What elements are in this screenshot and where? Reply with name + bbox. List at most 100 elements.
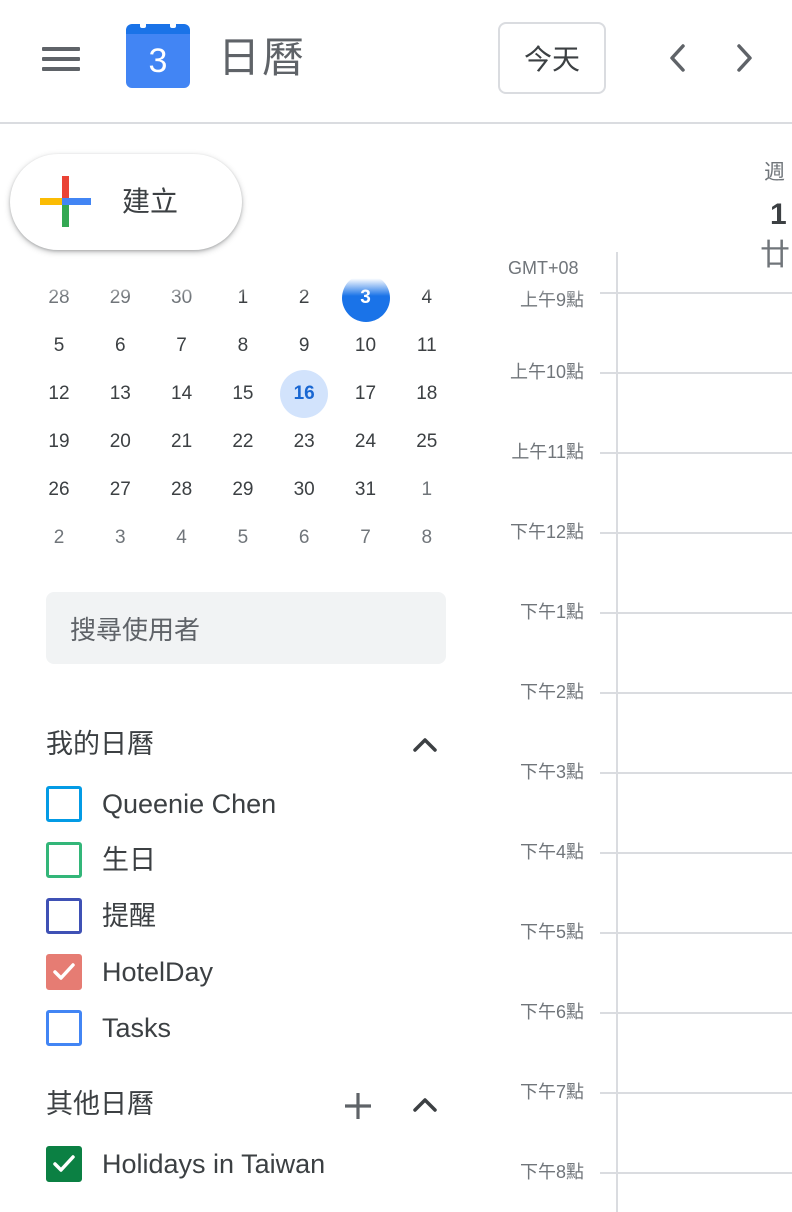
app-header: 3 日曆 今天 xyxy=(0,0,792,124)
hour-grid-line xyxy=(600,1092,792,1094)
app-title: 日曆 xyxy=(218,34,307,81)
checked-checkbox-icon[interactable] xyxy=(46,954,82,990)
create-button[interactable]: 建立 xyxy=(10,154,242,250)
hour-grid-line xyxy=(600,772,792,774)
mini-calendar-week: 19 20 21 22 23 24 25 xyxy=(28,418,458,466)
mini-calendar-day[interactable]: 12 xyxy=(35,370,83,418)
mini-calendar-week: 2345678 xyxy=(28,514,458,562)
mini-calendar-day[interactable]: 25 xyxy=(403,418,451,466)
today-button[interactable]: 今天 xyxy=(498,22,606,94)
day-column-divider xyxy=(616,252,618,1212)
mini-calendar-day[interactable]: 21 xyxy=(158,418,206,466)
colorful-plus-icon xyxy=(40,176,92,228)
mini-calendar-day[interactable]: 22 xyxy=(219,418,267,466)
day-date-number[interactable]: 1 xyxy=(770,198,787,232)
mini-calendar-day[interactable]: 7 xyxy=(342,514,390,562)
mini-calendar-day[interactable]: 19 xyxy=(35,418,83,466)
calendar-name: HotelDay xyxy=(102,957,214,987)
mini-calendar-day[interactable]: 18 xyxy=(403,370,451,418)
mini-calendar-day[interactable]: 27 xyxy=(96,466,144,514)
timezone-label: GMT+08 xyxy=(508,258,579,278)
checked-checkbox-icon[interactable] xyxy=(46,1146,82,1182)
hour-label: 上午10點 xyxy=(509,362,584,382)
hour-label: 下午5點 xyxy=(519,922,584,942)
mini-calendar-day[interactable]: 17 xyxy=(342,370,390,418)
mini-calendar-day[interactable]: 10 xyxy=(342,322,390,370)
day-of-week-label: 週 xyxy=(764,161,785,184)
mini-calendar-week: 5 6 7 8 9 10 11 xyxy=(28,322,458,370)
mini-calendar-day[interactable]: 11 xyxy=(403,322,451,370)
mini-calendar-day[interactable]: 29 xyxy=(219,466,267,514)
collapse-my-calendars-icon[interactable] xyxy=(410,734,440,754)
my-calendars-title[interactable]: 我的日曆 xyxy=(46,724,154,764)
mini-calendar-day[interactable]: 23 xyxy=(280,418,328,466)
hour-label: 下午4點 xyxy=(519,842,584,862)
calendar-name: Queenie Chen xyxy=(102,789,277,819)
hour-label: 下午2點 xyxy=(519,682,584,702)
hour-grid-line xyxy=(600,612,792,614)
mini-calendar-day[interactable]: 8 xyxy=(219,322,267,370)
hour-grid-line xyxy=(600,1172,792,1174)
calendar-list-item[interactable]: 提醒 xyxy=(46,896,466,936)
mini-calendar-day[interactable]: 4 xyxy=(158,514,206,562)
calendar-list-item[interactable]: Queenie Chen xyxy=(46,784,466,824)
add-calendar-plus-icon[interactable] xyxy=(342,1090,374,1122)
mini-calendar-day[interactable]: 3 xyxy=(96,514,144,562)
mini-calendar-day[interactable]: 30 xyxy=(280,466,328,514)
mini-calendar-day[interactable]: 24 xyxy=(342,418,390,466)
hour-label: 上午11點 xyxy=(511,442,584,462)
hour-label: 下午1點 xyxy=(519,602,584,622)
mini-calendar-day[interactable]: 6 xyxy=(280,514,328,562)
logo-day-number: 3 xyxy=(126,34,190,88)
other-calendars-title[interactable]: 其他日曆 xyxy=(46,1084,154,1124)
mini-calendar-day[interactable]: 5 xyxy=(35,322,83,370)
collapse-other-calendars-icon[interactable] xyxy=(410,1094,440,1114)
hour-grid-line xyxy=(600,532,792,534)
mini-calendar-day[interactable]: 7 xyxy=(158,322,206,370)
hour-grid-line xyxy=(600,1012,792,1014)
mini-calendar-day[interactable]: 15 xyxy=(219,370,267,418)
mini-calendar-day[interactable]: 2 xyxy=(35,514,83,562)
main-menu-icon[interactable] xyxy=(42,45,82,73)
grid-top-line xyxy=(600,292,792,294)
hour-label: 下午8點 xyxy=(519,1162,584,1182)
mini-calendar-day[interactable]: 13 xyxy=(96,370,144,418)
hour-grid-line xyxy=(600,692,792,694)
hour-grid-line xyxy=(600,852,792,854)
search-people-input[interactable]: 搜尋使用者 xyxy=(46,592,446,664)
mini-calendar-day[interactable]: 8 xyxy=(403,514,451,562)
hour-grid-line xyxy=(600,452,792,454)
mini-calendar-day[interactable]: 20 xyxy=(96,418,144,466)
lunar-date-label: 廿 xyxy=(760,239,790,272)
mini-calendar-day[interactable]: 28 xyxy=(158,466,206,514)
mini-calendar-day[interactable]: 31 xyxy=(342,466,390,514)
calendar-list-item[interactable]: Tasks xyxy=(46,1008,466,1048)
next-arrow-icon[interactable] xyxy=(728,40,760,76)
previous-arrow-icon[interactable] xyxy=(662,40,694,76)
hour-label: 下午3點 xyxy=(519,762,584,782)
mini-calendar-day[interactable]: 5 xyxy=(219,514,267,562)
hour-grid-line xyxy=(600,372,792,374)
calendar-list-item[interactable]: HotelDay xyxy=(46,952,466,992)
hour-label: 下午7點 xyxy=(519,1082,584,1102)
unchecked-checkbox-icon[interactable] xyxy=(46,842,82,878)
calendar-name: Holidays in Taiwan xyxy=(102,1149,326,1179)
calendar-list-item[interactable]: Holidays in Taiwan xyxy=(46,1144,466,1184)
mini-calendar-day[interactable]: 26 xyxy=(35,466,83,514)
mini-calendar-day[interactable]: 6 xyxy=(96,322,144,370)
hour-label: 下午6點 xyxy=(519,1002,584,1022)
mini-calendar-day[interactable]: 9 xyxy=(280,322,328,370)
mini-calendar-day[interactable]: 1 xyxy=(403,466,451,514)
calendar-logo-icon: 3 xyxy=(126,18,190,88)
mini-calendar-day[interactable]: 14 xyxy=(158,370,206,418)
calendar-name: 生日 xyxy=(102,845,156,875)
create-button-label: 建立 xyxy=(122,186,179,217)
calendar-name: 提醒 xyxy=(102,901,156,931)
hour-grid-line xyxy=(600,932,792,934)
mini-calendar-week: 26 27 28 29 30 31 1 xyxy=(28,466,458,514)
unchecked-checkbox-icon[interactable] xyxy=(46,786,82,822)
calendar-list-item[interactable]: 生日 xyxy=(46,840,466,880)
mini-calendar-selected-day[interactable]: 16 xyxy=(280,370,329,418)
unchecked-checkbox-icon[interactable] xyxy=(46,898,82,934)
unchecked-checkbox-icon[interactable] xyxy=(46,1010,82,1046)
